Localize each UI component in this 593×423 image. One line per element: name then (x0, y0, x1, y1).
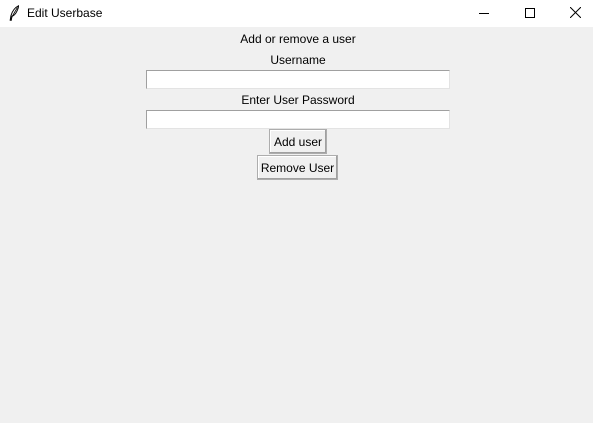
close-icon (569, 5, 581, 23)
add-user-button[interactable]: Add user (269, 129, 327, 154)
title-bar[interactable]: Edit Userbase (0, 0, 593, 27)
form-area: Add or remove a user Username Enter User… (0, 27, 593, 423)
close-button[interactable] (552, 0, 593, 27)
minimize-button[interactable] (461, 0, 507, 27)
form-heading: Add or remove a user (240, 32, 356, 46)
minimize-icon (479, 5, 489, 23)
username-label: Username (270, 53, 326, 67)
password-label: Enter User Password (241, 93, 355, 107)
maximize-button[interactable] (507, 0, 553, 27)
maximize-icon (525, 5, 535, 23)
window-title: Edit Userbase (27, 6, 103, 20)
remove-user-button[interactable]: Remove User (257, 155, 338, 180)
app-window: Edit Userbase Add or remove a user Usern… (0, 0, 593, 423)
password-field[interactable] (146, 110, 450, 129)
username-field[interactable] (146, 70, 450, 89)
feather-icon (8, 5, 20, 21)
